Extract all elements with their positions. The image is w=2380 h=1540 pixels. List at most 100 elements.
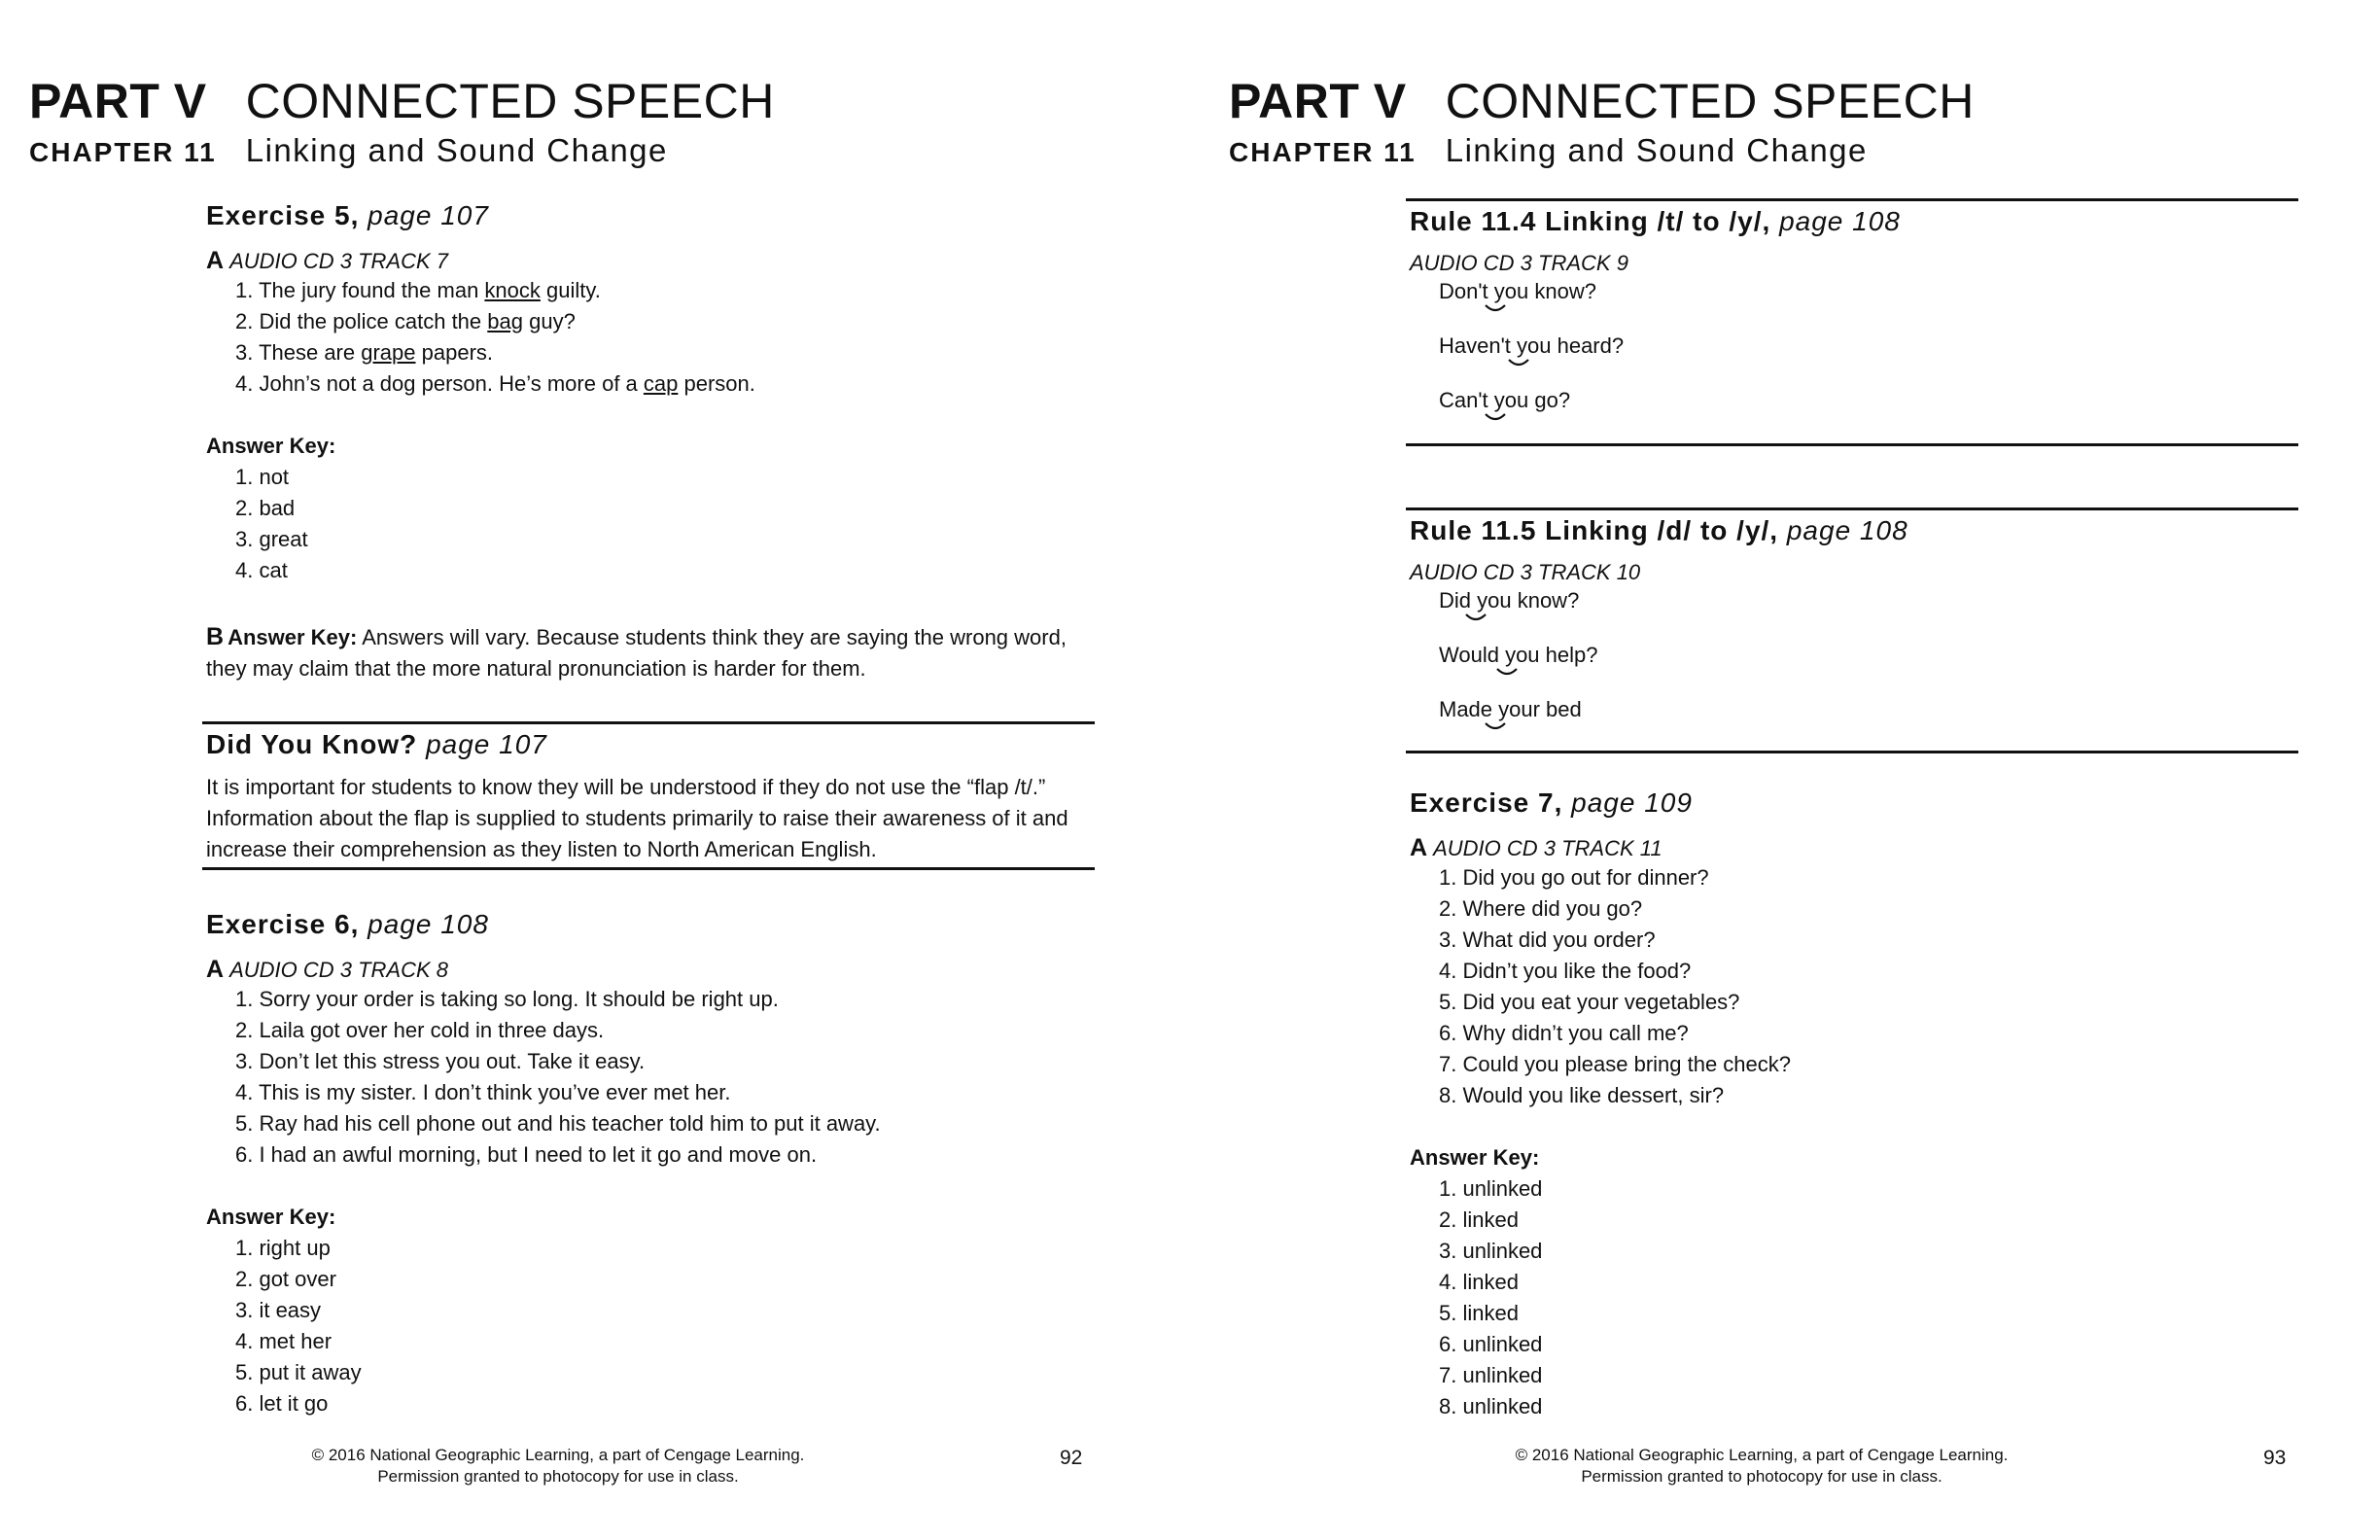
list-item: 6. unlinked	[1439, 1332, 1543, 1356]
list-item: 1. right up	[235, 1236, 331, 1260]
list-item: 1. Sorry your order is taking so long. I…	[235, 987, 779, 1011]
chapter-title: Linking and Sound Change	[1445, 132, 1868, 168]
exercise-5-heading: Exercise 5, page 107	[206, 200, 489, 230]
linked-phrase: Haven't you heard?	[1410, 331, 2294, 385]
linking-arc-icon	[1485, 304, 1506, 312]
exercise-6-heading: Exercise 6, page 108	[206, 909, 489, 939]
rule-11-5-heading: Rule 11.5 Linking /d/ to /y/, page 108	[1410, 515, 1908, 545]
chapter-label: CHAPTER 11	[29, 137, 217, 167]
linked-phrase: Would you help?	[1410, 640, 2294, 694]
exercise-6-audio-track: A AUDIO CD 3 TRACK 8	[206, 956, 448, 983]
linking-arc-icon	[1508, 359, 1529, 367]
list-item: 1. unlinked	[1439, 1176, 1543, 1201]
list-item: 2. bad	[235, 496, 296, 520]
list-item: 3. it easy	[235, 1298, 322, 1322]
list-item: 4. cat	[235, 558, 288, 582]
exercise-5: Exercise 5, page 107 A AUDIO CD 3 TRACK 7…	[206, 200, 1101, 684]
divider-rule	[1406, 751, 2298, 753]
linked-phrase: Don't you know?	[1410, 276, 2294, 331]
list-item: 4. linked	[1439, 1270, 1519, 1294]
exercise-7-answer-key: 1. unlinked 2. linked 3. unlinked 4. lin…	[1410, 1173, 2294, 1422]
list-item: 2. got over	[235, 1267, 336, 1291]
answer-key-heading: Answer Key:	[206, 434, 336, 458]
exercise-7-audio-track: A AUDIO CD 3 TRACK 11	[1410, 834, 1662, 861]
list-item: 4. Didn’t you like the food?	[1439, 959, 1692, 983]
divider-rule	[202, 867, 1095, 870]
list-item: 5. put it away	[235, 1360, 362, 1384]
list-item: 2. linked	[1439, 1208, 1519, 1232]
did-you-know-text: It is important for students to know the…	[206, 775, 1068, 861]
divider-rule	[1406, 198, 2298, 201]
exercise-5-audio-track: A AUDIO CD 3 TRACK 7	[206, 247, 448, 274]
list-item: 5. linked	[1439, 1301, 1519, 1325]
chapter-heading: CHAPTER 11 Linking and Sound Change	[1229, 132, 1868, 169]
exercise-7: Exercise 7, page 109 A AUDIO CD 3 TRACK 1…	[1410, 788, 2294, 1422]
exercise-6: Exercise 6, page 108 A AUDIO CD 3 TRACK 8…	[206, 909, 1101, 1419]
copyright-footer: © 2016 National Geographic Learning, a p…	[311, 1446, 805, 1486]
list-item: 3. Don’t let this stress you out. Take i…	[235, 1049, 646, 1073]
book-spread: PART V CONNECTED SPEECH CHAPTER 11 Linki…	[0, 0, 2380, 1540]
exercise-6-items: 1. Sorry your order is taking so long. I…	[206, 984, 1101, 1171]
part-heading: PART V CONNECTED SPEECH	[29, 73, 775, 129]
list-item: 4. John’s not a dog person. He’s more of…	[235, 371, 755, 396]
list-item: 2. Did the police catch the bag guy?	[235, 309, 576, 333]
divider-rule	[1406, 443, 2298, 446]
part-label: PART V	[29, 74, 207, 128]
list-item: 3. unlinked	[1439, 1239, 1543, 1263]
list-item: 6. Why didn’t you call me?	[1439, 1021, 1689, 1045]
list-item: 1. Did you go out for dinner?	[1439, 865, 1709, 890]
list-item: 3. great	[235, 527, 308, 551]
list-item: 2. Where did you go?	[1439, 896, 1643, 921]
rule-11-4-box: Rule 11.4 Linking /t/ to /y/, page 108 A…	[1410, 206, 2294, 439]
list-item: 1. not	[235, 465, 290, 489]
list-item: 8. Would you like dessert, sir?	[1439, 1083, 1725, 1107]
rule-11-4-audio-track: AUDIO CD 3 TRACK 9	[1410, 251, 1628, 275]
part-label: PART V	[1229, 74, 1407, 128]
linking-arc-icon	[1485, 722, 1506, 730]
exercise-7-items: 1. Did you go out for dinner? 2. Where d…	[1410, 862, 2294, 1111]
list-item: 7. Could you please bring the check?	[1439, 1052, 1792, 1076]
page-number: 92	[1060, 1447, 1083, 1469]
divider-rule	[202, 721, 1095, 724]
exercise-5-items: 1. The jury found the man knock guilty. …	[206, 275, 1101, 400]
did-you-know-heading: Did You Know? page 107	[206, 729, 547, 759]
copyright-footer: © 2016 National Geographic Learning, a p…	[1515, 1446, 2009, 1486]
list-item: 4. This is my sister. I don’t think you’…	[235, 1080, 731, 1104]
list-item: 6. I had an awful morning, but I need to…	[235, 1142, 818, 1167]
divider-rule	[1406, 508, 2298, 510]
rule-11-5-audio-track: AUDIO CD 3 TRACK 10	[1410, 560, 1641, 584]
linking-arc-icon	[1485, 413, 1506, 421]
linking-arc-icon	[1465, 613, 1487, 621]
list-item: 4. met her	[235, 1329, 332, 1353]
answer-key-heading: Answer Key:	[206, 1205, 336, 1229]
linked-phrase: Made your bed	[1410, 694, 2294, 749]
list-item: 7. unlinked	[1439, 1363, 1543, 1387]
part-title: CONNECTED SPEECH	[1445, 74, 1975, 128]
list-item: 8. unlinked	[1439, 1394, 1543, 1418]
part-heading: PART V CONNECTED SPEECH	[1229, 73, 1975, 129]
exercise-6-answer-key: 1. right up 2. got over 3. it easy 4. me…	[206, 1233, 1101, 1419]
chapter-title: Linking and Sound Change	[245, 132, 668, 168]
list-item: 3. These are grape papers.	[235, 340, 494, 365]
did-you-know-box: Did You Know? page 107 It is important f…	[206, 729, 1091, 865]
chapter-label: CHAPTER 11	[1229, 137, 1417, 167]
list-item: 3. What did you order?	[1439, 928, 1656, 952]
page-number: 93	[2263, 1447, 2287, 1469]
page-right: PART V CONNECTED SPEECH CHAPTER 11 Linki…	[1190, 0, 2380, 1540]
exercise-5-answer-key: 1. not 2. bad 3. great 4. cat	[206, 462, 1101, 586]
linked-phrase: Did you know?	[1410, 585, 2294, 640]
rule-11-4-heading: Rule 11.4 Linking /t/ to /y/, page 108	[1410, 206, 1901, 236]
answer-key-heading: Answer Key:	[1410, 1145, 1540, 1170]
list-item: 6. let it go	[235, 1391, 329, 1416]
linking-arc-icon	[1496, 668, 1518, 676]
part-title: CONNECTED SPEECH	[245, 74, 775, 128]
exercise-7-heading: Exercise 7, page 109	[1410, 788, 1693, 818]
linked-phrase: Can't you go?	[1410, 385, 2294, 439]
list-item: 5. Ray had his cell phone out and his te…	[235, 1111, 881, 1136]
list-item: 2. Laila got over her cold in three days…	[235, 1018, 605, 1042]
list-item: 1. The jury found the man knock guilty.	[235, 278, 601, 302]
page-left: PART V CONNECTED SPEECH CHAPTER 11 Linki…	[0, 0, 1190, 1540]
rule-11-5-box: Rule 11.5 Linking /d/ to /y/, page 108 A…	[1410, 515, 2294, 749]
exercise-5-part-b: B Answer Key: Answers will vary. Because …	[206, 623, 1067, 681]
chapter-heading: CHAPTER 11 Linking and Sound Change	[29, 132, 668, 169]
